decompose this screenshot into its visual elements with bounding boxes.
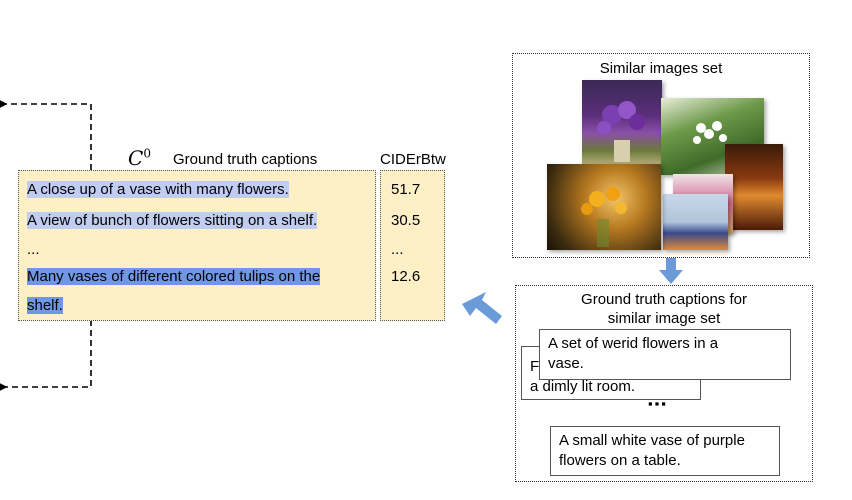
cider-btw-header: CIDErBtw — [380, 151, 446, 168]
similar-captions-title-line1: Ground truth captions for — [581, 291, 747, 308]
score-2: 30.5 — [391, 212, 421, 229]
photo-yellow-flowers — [547, 164, 661, 250]
caption-line-1: A close up of a vase with many flowers. — [27, 177, 289, 203]
caption-card-front: A set of werid flowers in a vase. — [539, 329, 791, 380]
top-feedback-arrow — [0, 97, 92, 170]
down-arrow-icon — [659, 258, 683, 284]
transfer-arrow-icon — [462, 292, 502, 324]
ground-truth-captions-header: Ground truth captions — [173, 151, 318, 168]
photo-blue-vase — [663, 194, 728, 250]
variable-c0-label: C0 — [128, 146, 151, 170]
caption-card-back-line1: F — [530, 358, 540, 375]
caption-card-front-line2: vase. — [548, 355, 584, 372]
caption-line-ellipsis: ... — [27, 237, 40, 263]
caption-line-2: A view of bunch of flowers sitting on a … — [27, 208, 318, 234]
caption-line-4b: shelf. — [27, 293, 63, 319]
similar-captions-title: Ground truth captions for similar image … — [516, 290, 812, 328]
score-ellipsis: ... — [391, 241, 404, 258]
photo-purple-flowers — [582, 80, 662, 168]
variable-c: C — [128, 146, 144, 170]
caption-text-4a: Many vases of different colored tulips o… — [27, 268, 321, 285]
caption-text-4b: shelf. — [27, 297, 63, 314]
photo-candle-shelf — [725, 144, 783, 230]
caption-text-2: A view of bunch of flowers sitting on a … — [27, 212, 318, 229]
bottom-feedback-arrow — [0, 320, 92, 394]
caption-ellipsis: ... — [27, 241, 40, 258]
caption-card-bottom-line1: A small white vase of purple — [559, 432, 745, 449]
caption-text-1: A close up of a vase with many flowers. — [27, 181, 289, 198]
caption-card-back-line2: a dimly lit room. — [530, 378, 636, 395]
similar-captions-title-line2: similar image set — [607, 310, 721, 327]
similar-images-set-box: Similar images set — [512, 53, 810, 258]
caption-card-bottom-line2: flowers on a table. — [559, 452, 681, 469]
score-4: 12.6 — [391, 268, 421, 285]
caption-cards-ellipsis: ▪▪▪ — [648, 396, 668, 411]
caption-card-bottom: A small white vase of purple flowers on … — [550, 426, 780, 476]
ground-truth-captions-box: A close up of a vase with many flowers. … — [18, 170, 376, 321]
similar-captions-box: Ground truth captions for similar image … — [515, 285, 813, 482]
caption-line-4: Many vases of different colored tulips o… — [27, 264, 321, 290]
cider-btw-scores-box: 51.7 30.5 ... 12.6 — [380, 170, 445, 321]
similar-images-set-title: Similar images set — [599, 60, 723, 77]
variable-superscript: 0 — [143, 146, 151, 161]
caption-card-front-line1: A set of werid flowers in a — [548, 335, 719, 352]
score-1: 51.7 — [391, 181, 421, 198]
